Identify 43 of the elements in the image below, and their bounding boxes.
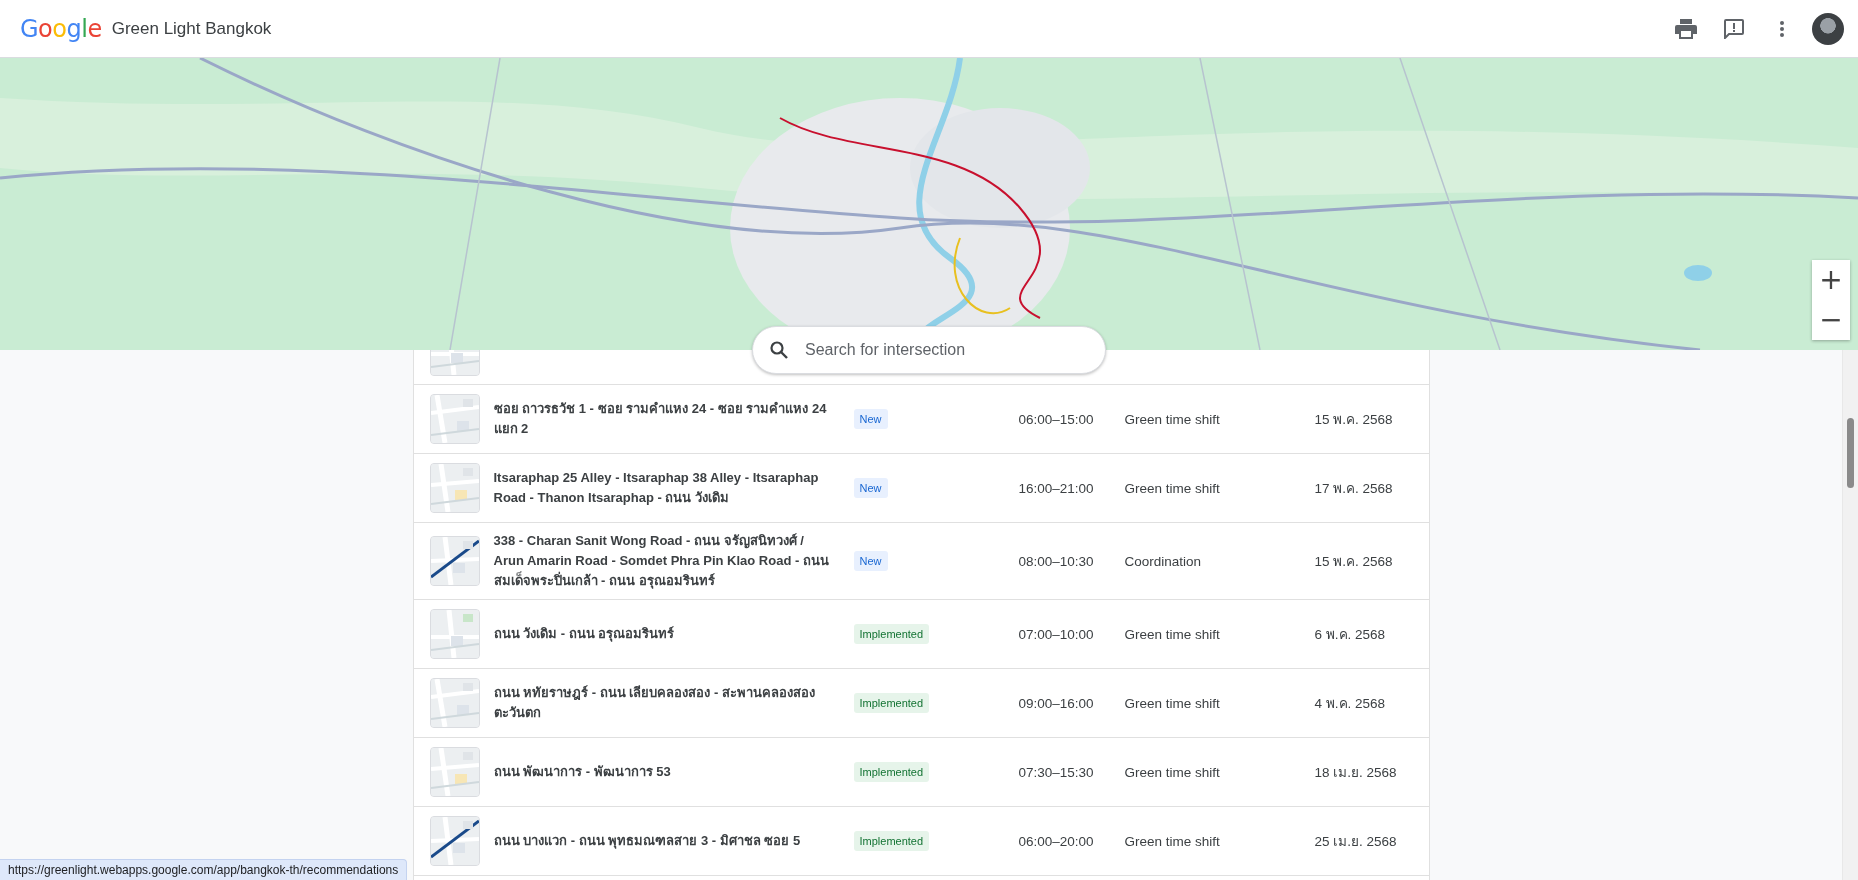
- print-icon: [1675, 18, 1697, 39]
- status-badge: Implemented: [853, 624, 930, 644]
- more-options-icon: [1780, 20, 1784, 37]
- date: 18 เม.ย. 2568: [1314, 764, 1398, 782]
- intersection-name: Itsaraphap 25 Alley - Itsaraphap 38 Alley - Itsaraphap Road - Thanon Itsaraphap - ถนน วังเดิม: [492, 469, 820, 507]
- status-badge: New: [853, 551, 888, 571]
- recommendation-type: Green time shift: [1124, 695, 1221, 711]
- date: 17 พ.ค. 2568: [1314, 480, 1394, 498]
- date: 15 พ.ค. 2568: [1314, 411, 1394, 429]
- time-range: 06:00–20:00: [1018, 833, 1095, 849]
- date: 4 พ.ค. 2568: [1314, 695, 1387, 713]
- date: 6 พ.ค. 2568: [1314, 626, 1387, 644]
- recommendation-type: Green time shift: [1124, 480, 1221, 496]
- time-range: 16:00–21:00: [1018, 480, 1095, 496]
- status-badge: Implemented: [853, 693, 930, 713]
- scrollbar-thumb[interactable]: [1847, 418, 1854, 488]
- recommendation-type: Green time shift: [1124, 626, 1221, 642]
- recommendation-type: Green time shift: [1124, 833, 1221, 849]
- link-url-tooltip: https://greenlight.webapps.google.com/app/bangkok-th/recommendations: [0, 859, 408, 880]
- status-badge: Implemented: [853, 762, 930, 782]
- time-range: 07:00–10:00: [1018, 626, 1095, 642]
- time-range: 07:30–15:30: [1018, 764, 1095, 780]
- date: 25 เม.ย. 2568: [1314, 833, 1398, 851]
- time-range: 06:00–15:00: [1018, 411, 1095, 427]
- date: 15 พ.ค. 2568: [1314, 553, 1394, 571]
- recommendation-type: Green time shift: [1124, 411, 1221, 427]
- status-badge: Implemented: [853, 831, 930, 851]
- time-range: 09:00–16:00: [1018, 695, 1095, 711]
- recommendation-type: Green time shift: [1124, 764, 1221, 780]
- intersection-name: ถนน หทัยราษฎร์ - ถนน เลียบคลองสอง - สะพานคลองสองตะวันตก: [492, 684, 816, 722]
- time-range: 08:00–10:30: [1018, 553, 1095, 569]
- status-badge: New: [853, 409, 888, 429]
- google-logo: Google: [20, 14, 102, 43]
- intersection-name: ซอย ถาวรธวัช 1 - ซอย รามคำแหง 24 - ซอย รามคำแหง 24 แยก 2: [492, 400, 828, 438]
- feedback-icon: [1724, 18, 1744, 39]
- app-title: Green Light Bangkok: [111, 18, 272, 39]
- user-avatar[interactable]: [1812, 12, 1844, 45]
- intersection-name: ถนน วังเดิม - ถนน อรุณอมรินทร์: [492, 625, 676, 644]
- intersection-name: 338 - Charan Sanit Wong Road - ถนน จรัญสนิทวงศ์ / Arun Amarin Road - Somdet Phra Pin Klao Road - ถนน สมเด็จพระปิ่นเกล้า - ถนน อรุณอมรินทร์: [492, 532, 830, 591]
- status-badge: New: [853, 478, 888, 498]
- intersection-name: ถนน พัฒนาการ - พัฒนาการ 53: [492, 763, 672, 781]
- recommendation-type: Coordination: [1124, 553, 1203, 569]
- intersection-name: ถนน บางแวก - ถนน พุทธมณฑลสาย 3 - มิศาชล ซอย 5: [492, 832, 802, 851]
